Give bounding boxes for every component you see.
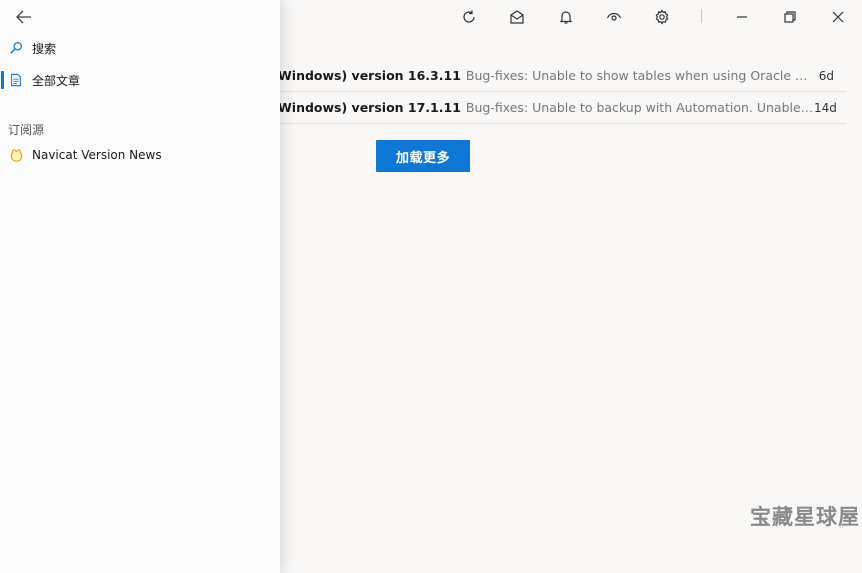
article-age: 14d	[814, 100, 837, 115]
app-window: Windows) version 16.3.11 Bug-fixes: Unab…	[0, 0, 862, 573]
view-icon[interactable]	[603, 6, 625, 28]
minimize-icon[interactable]	[731, 6, 753, 28]
navigation-pane: 搜索 全部文章 订阅源 Navicat Version News	[0, 0, 280, 573]
article-summary: Bug-fixes: Unable to show tables when us…	[465, 68, 814, 83]
nav-item-all-articles[interactable]: 全部文章	[0, 67, 280, 93]
section-header-subscriptions: 订阅源	[8, 123, 45, 137]
article-row[interactable]: Windows) version 16.3.11 Bug-fixes: Unab…	[280, 60, 846, 92]
settings-icon[interactable]	[651, 6, 673, 28]
load-more-button[interactable]: 加载更多	[376, 140, 470, 172]
nav-item-label: 搜索	[32, 41, 57, 56]
notifications-icon[interactable]	[555, 6, 577, 28]
search-icon	[8, 40, 24, 56]
document-icon	[8, 72, 24, 88]
article-age: 6d	[818, 68, 834, 83]
article-row[interactable]: Windows) version 17.1.11 Bug-fixes: Unab…	[280, 92, 846, 124]
toolbar	[280, 0, 862, 34]
toolbar-separator	[701, 9, 702, 23]
mark-all-read-icon[interactable]	[506, 6, 528, 28]
nav-item-search[interactable]: 搜索	[0, 35, 280, 61]
back-arrow-icon[interactable]	[12, 6, 36, 28]
close-icon[interactable]	[827, 6, 849, 28]
feed-icon	[8, 147, 24, 163]
article-title: Windows) version 16.3.11	[280, 68, 461, 83]
feed-label: Navicat Version News	[32, 148, 162, 162]
nav-item-label: 全部文章	[32, 73, 81, 88]
article-title: Windows) version 17.1.11	[280, 100, 461, 115]
article-list: Windows) version 16.3.11 Bug-fixes: Unab…	[280, 60, 846, 124]
watermark: 宝藏星球屋	[750, 505, 860, 529]
refresh-icon[interactable]	[458, 6, 480, 28]
restore-icon[interactable]	[779, 6, 801, 28]
sidebar-item-navicat-version-news[interactable]: Navicat Version News	[0, 142, 280, 168]
article-summary: Bug-fixes: Unable to backup with Automat…	[465, 100, 814, 115]
